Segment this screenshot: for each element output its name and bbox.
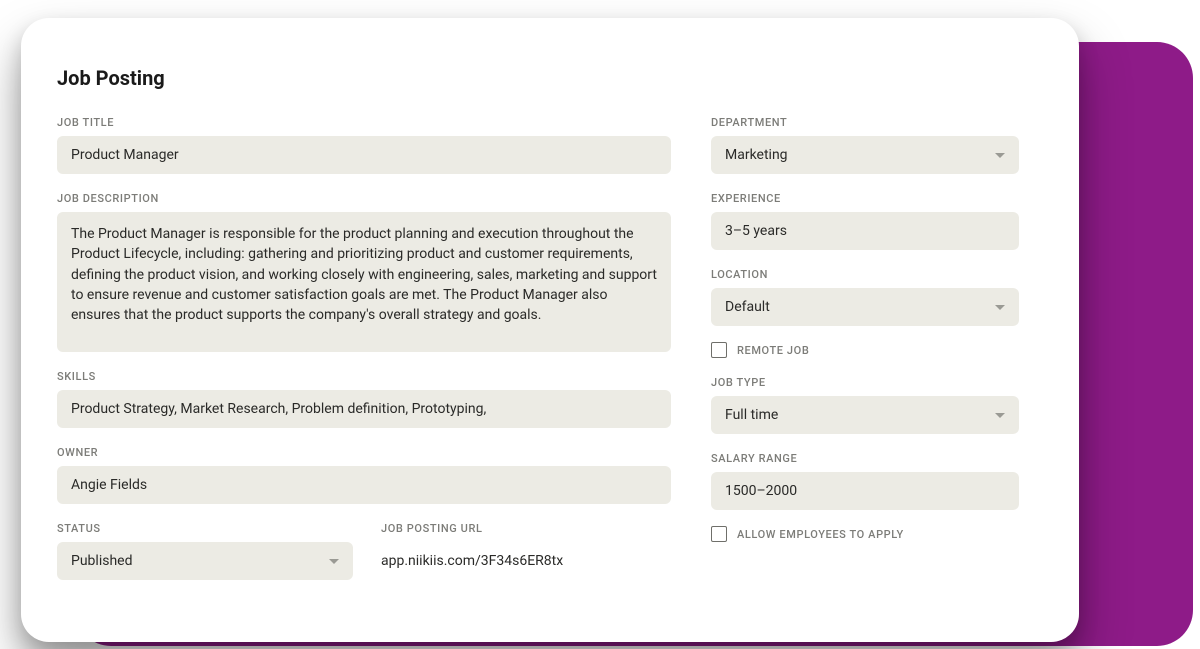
skills-input[interactable]: [57, 390, 671, 428]
remote-job-row: REMOTE JOB: [711, 342, 1019, 358]
location-value: Default: [725, 299, 770, 315]
department-label: DEPARTMENT: [711, 116, 1019, 129]
job-type-select[interactable]: Full time: [711, 396, 1019, 434]
location-select[interactable]: Default: [711, 288, 1019, 326]
job-description-textarea[interactable]: [57, 212, 671, 352]
caret-down-icon: [995, 305, 1005, 310]
form-grid: JOB TITLE JOB DESCRIPTION SKILLS OWNER: [57, 116, 1039, 598]
location-group: LOCATION Default: [711, 268, 1019, 326]
status-label: STATUS: [57, 522, 353, 535]
caret-down-icon: [995, 153, 1005, 158]
posting-url-group: JOB POSTING URL app.niikiis.com/3F34s6ER…: [381, 522, 671, 569]
caret-down-icon: [329, 559, 339, 564]
allow-employees-label: ALLOW EMPLOYEES TO APPLY: [737, 528, 904, 541]
job-posting-card: Job Posting JOB TITLE JOB DESCRIPTION SK…: [21, 18, 1079, 642]
allow-employees-row: ALLOW EMPLOYEES TO APPLY: [711, 526, 1019, 542]
right-column: DEPARTMENT Marketing EXPERIENCE LOCATION…: [711, 116, 1019, 560]
remote-job-label: REMOTE JOB: [737, 344, 809, 357]
bottom-row: STATUS Published JOB POSTING URL app.nii…: [57, 522, 671, 598]
owner-input[interactable]: [57, 466, 671, 504]
experience-group: EXPERIENCE: [711, 192, 1019, 250]
salary-range-group: SALARY RANGE: [711, 452, 1019, 510]
job-description-group: JOB DESCRIPTION: [57, 192, 671, 352]
status-value: Published: [71, 553, 132, 569]
experience-label: EXPERIENCE: [711, 192, 1019, 205]
job-type-group: JOB TYPE Full time: [711, 376, 1019, 434]
location-label: LOCATION: [711, 268, 1019, 281]
salary-range-input[interactable]: [711, 472, 1019, 510]
salary-range-label: SALARY RANGE: [711, 452, 1019, 465]
skills-group: SKILLS: [57, 370, 671, 428]
allow-employees-checkbox[interactable]: [711, 526, 727, 542]
page-title: Job Posting: [57, 66, 1039, 90]
experience-input[interactable]: [711, 212, 1019, 250]
job-title-input[interactable]: [57, 136, 671, 174]
caret-down-icon: [995, 413, 1005, 418]
job-type-value: Full time: [725, 407, 778, 423]
job-title-label: JOB TITLE: [57, 116, 671, 129]
skills-label: SKILLS: [57, 370, 671, 383]
owner-label: OWNER: [57, 446, 671, 459]
left-column: JOB TITLE JOB DESCRIPTION SKILLS OWNER: [57, 116, 671, 598]
department-value: Marketing: [725, 147, 788, 163]
status-select[interactable]: Published: [57, 542, 353, 580]
remote-job-checkbox[interactable]: [711, 342, 727, 358]
department-group: DEPARTMENT Marketing: [711, 116, 1019, 174]
status-group: STATUS Published: [57, 522, 353, 580]
department-select[interactable]: Marketing: [711, 136, 1019, 174]
job-description-label: JOB DESCRIPTION: [57, 192, 671, 205]
job-type-label: JOB TYPE: [711, 376, 1019, 389]
posting-url-label: JOB POSTING URL: [381, 522, 671, 535]
posting-url-value: app.niikiis.com/3F34s6ER8tx: [381, 542, 671, 569]
job-title-group: JOB TITLE: [57, 116, 671, 174]
owner-group: OWNER: [57, 446, 671, 504]
